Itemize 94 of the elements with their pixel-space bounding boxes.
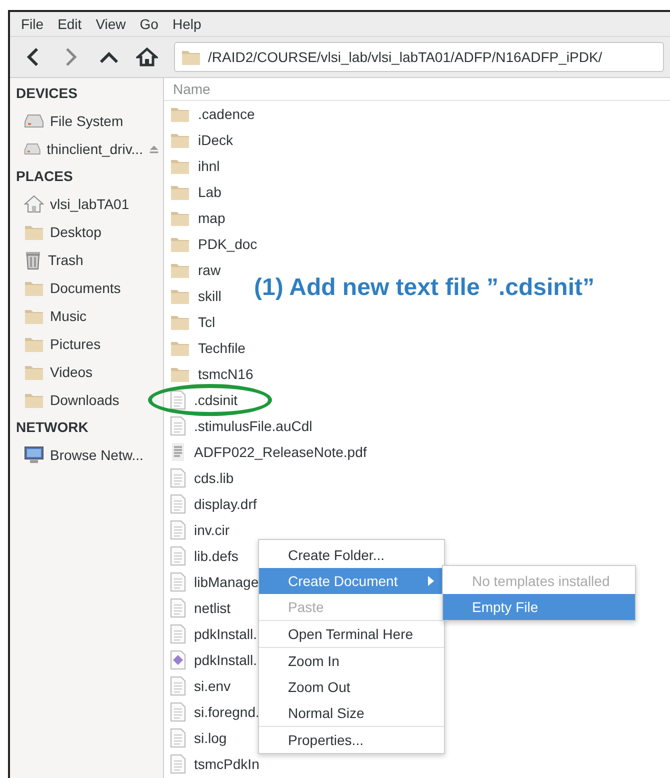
trash-icon xyxy=(24,250,42,270)
sidebar-item[interactable]: Documents xyxy=(10,274,163,302)
folder-icon xyxy=(170,339,190,357)
menu-item[interactable]: Create Folder... xyxy=(259,542,444,568)
folder-icon xyxy=(170,365,190,383)
document-icon xyxy=(170,390,186,410)
sidebar-heading: NETWORK xyxy=(15,418,90,437)
menu-item[interactable]: File xyxy=(14,16,51,32)
file-row[interactable]: map xyxy=(164,205,230,231)
folder-icon xyxy=(170,183,190,201)
menu-item[interactable]: Edit xyxy=(50,16,89,32)
folder-icon xyxy=(170,287,190,305)
sidebar-item[interactable]: vlsi_labTA01 xyxy=(10,190,163,218)
folder-icon xyxy=(24,363,44,381)
file-row[interactable]: .cadence xyxy=(164,101,259,127)
sidebar-heading: PLACES xyxy=(15,167,74,186)
sidebar-item[interactable]: Pictures xyxy=(10,330,163,358)
document-icon xyxy=(170,494,186,514)
file-row[interactable]: ihnl xyxy=(164,153,224,179)
menu-item[interactable]: Zoom Out xyxy=(259,674,444,700)
file-row[interactable]: ADFP022_ReleaseNote.pdf xyxy=(164,439,371,465)
file-row[interactable]: PDK_doc xyxy=(164,231,262,257)
up-icon[interactable] xyxy=(99,50,119,64)
file-row[interactable]: tsmcPdkIn xyxy=(164,751,264,777)
menu-item[interactable]: Zoom In xyxy=(259,648,444,674)
sidebar-item[interactable]: Desktop xyxy=(10,218,163,246)
menu-item[interactable]: Go xyxy=(132,16,166,32)
document-icon xyxy=(170,546,186,566)
file-row[interactable]: .stimulusFile.auCdl xyxy=(164,413,316,439)
file-row[interactable]: netlist xyxy=(164,595,235,621)
folder-icon xyxy=(170,131,190,149)
sidebar-item[interactable]: Music xyxy=(10,302,163,330)
sidebar-item[interactable]: Downloads xyxy=(10,386,163,414)
diamond-document-icon xyxy=(170,650,186,670)
folder-icon xyxy=(170,209,190,227)
file-row[interactable]: display.drf xyxy=(164,491,261,517)
sidebar-item[interactable]: File System xyxy=(10,107,163,135)
folder-icon xyxy=(24,279,44,297)
folder-icon xyxy=(170,157,190,175)
file-row[interactable]: iDeck xyxy=(164,127,238,153)
document-icon xyxy=(170,598,186,618)
submenu-arrow-icon xyxy=(428,576,434,586)
file-row[interactable]: inv.cir xyxy=(164,517,234,543)
sidebar-item[interactable]: Videos xyxy=(10,358,163,386)
document-icon xyxy=(170,572,186,592)
drive-icon xyxy=(24,114,44,128)
back-icon[interactable] xyxy=(26,47,40,67)
file-row[interactable]: Tcl xyxy=(164,309,220,335)
annotation-text: (1) Add new text file ”.cdsinit” xyxy=(254,274,594,302)
home-icon xyxy=(24,195,44,213)
folder-icon xyxy=(170,235,190,253)
document-icon xyxy=(170,624,186,644)
pdf-document-icon xyxy=(170,442,186,462)
folder-icon xyxy=(24,335,44,353)
sidebar-item[interactable]: thinclient_driv... xyxy=(10,135,163,163)
file-row[interactable]: Techfile xyxy=(164,335,250,361)
eject-icon[interactable] xyxy=(148,144,159,154)
folder-icon xyxy=(170,261,190,279)
folder-icon xyxy=(24,391,44,409)
file-row[interactable]: cds.lib xyxy=(164,465,238,491)
menu-item[interactable]: Help xyxy=(165,16,208,32)
file-row[interactable]: si.env xyxy=(164,673,235,699)
file-row[interactable]: tsmcN16 xyxy=(164,361,258,387)
folder-icon xyxy=(24,307,44,325)
sidebar-heading: DEVICES xyxy=(15,84,78,103)
file-row[interactable]: raw xyxy=(164,257,225,283)
document-icon xyxy=(170,416,186,436)
document-icon xyxy=(170,520,186,540)
folder-icon xyxy=(170,105,190,123)
document-icon xyxy=(170,754,186,774)
folder-icon xyxy=(170,313,190,331)
document-icon xyxy=(170,468,186,488)
folder-icon xyxy=(181,48,201,66)
file-row[interactable]: .cdsinit xyxy=(164,387,242,413)
file-row[interactable]: si.log xyxy=(164,725,231,751)
computer-icon xyxy=(24,446,44,464)
sidebar-item[interactable]: Trash xyxy=(10,246,163,274)
file-row[interactable]: Lab xyxy=(164,179,226,205)
menu-item[interactable]: Open Terminal Here xyxy=(259,621,444,647)
document-icon xyxy=(170,676,186,696)
menu-item[interactable]: View xyxy=(88,16,133,32)
sidebar-item[interactable]: Browse Netw... xyxy=(10,441,163,469)
document-icon xyxy=(170,702,186,722)
file-row[interactable]: pdkInstall. xyxy=(164,621,262,647)
home-icon[interactable] xyxy=(136,47,158,67)
file-row[interactable]: skill xyxy=(164,283,226,309)
folder-icon xyxy=(24,223,44,241)
drive-icon xyxy=(24,142,41,156)
menu-item[interactable]: Properties... xyxy=(259,727,444,753)
forward-icon[interactable] xyxy=(64,47,78,67)
document-icon xyxy=(170,728,186,748)
file-row[interactable]: lib.defs xyxy=(164,543,242,569)
location-field[interactable]: /RAID2/COURSE/vlsi_lab/vlsi_labTA01/ADFP/N16ADFP_iPDK/ xyxy=(174,42,664,72)
file-row[interactable]: pdkInstall. xyxy=(164,647,262,673)
